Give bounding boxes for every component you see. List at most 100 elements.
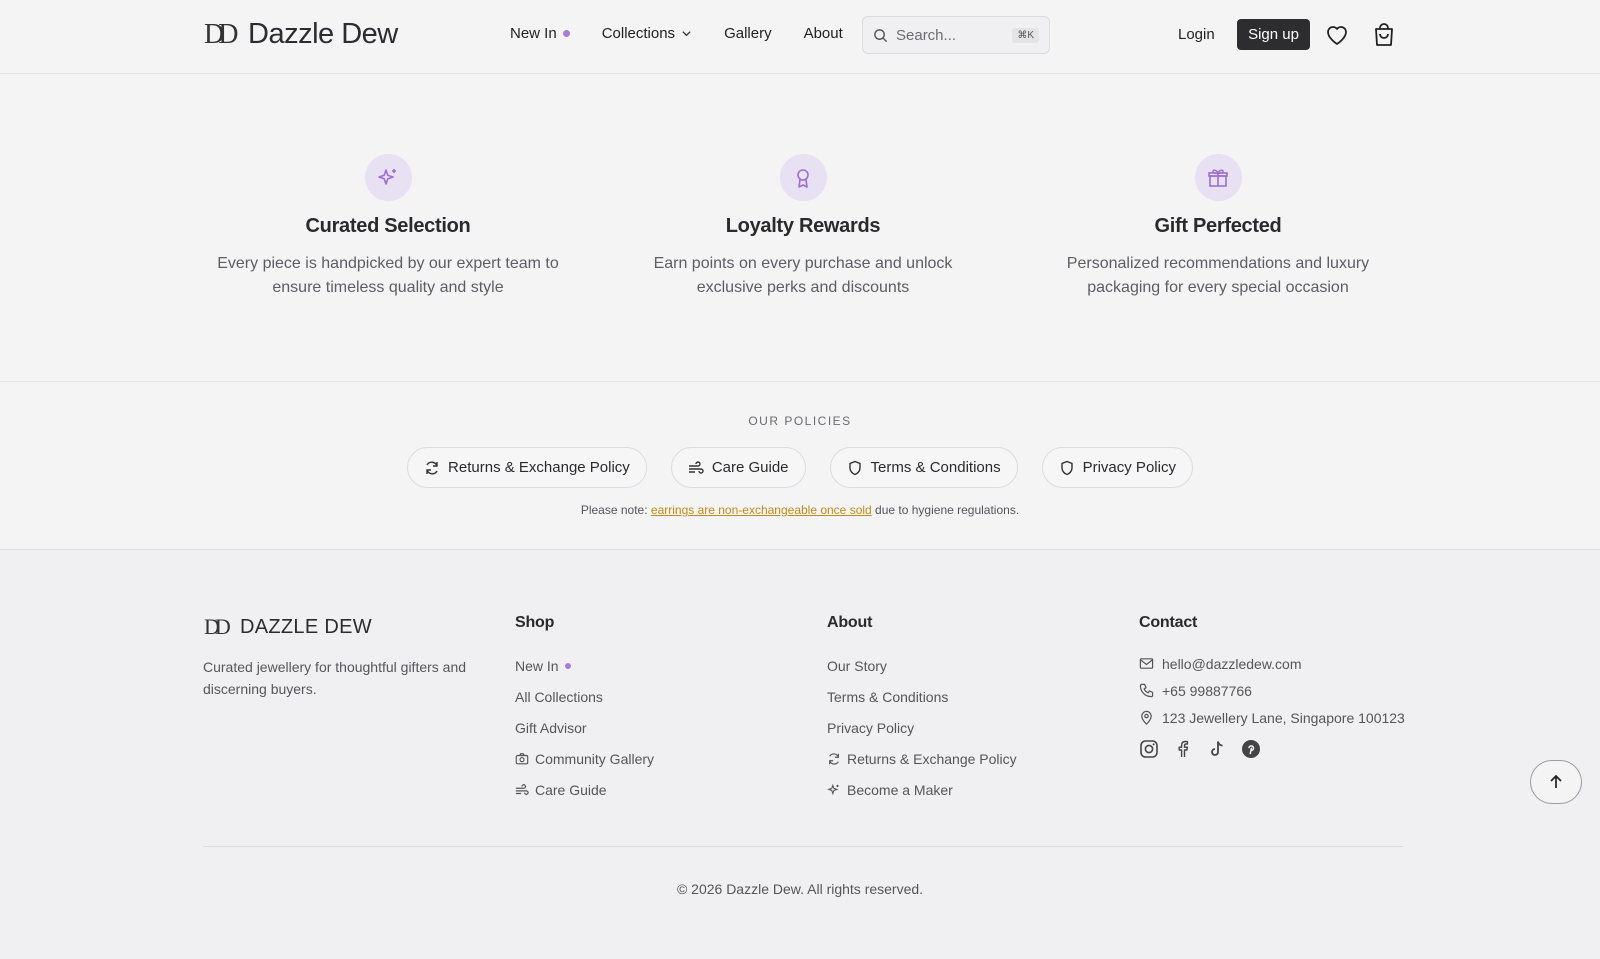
footer-link-all-collections[interactable]: All Collections (515, 681, 654, 712)
logo-mark: DD (204, 18, 238, 50)
policy-privacy-button[interactable]: Privacy Policy (1041, 447, 1193, 488)
phone-icon (1139, 683, 1154, 698)
policy-care-guide-button[interactable]: Care Guide (670, 447, 806, 488)
feature-loyalty-rewards: Loyalty Rewards Earn points on every pur… (613, 154, 993, 300)
feature-title: Curated Selection (305, 215, 471, 237)
login-link[interactable]: Login (1178, 26, 1215, 43)
policy-label: Returns & Exchange Policy (448, 459, 630, 476)
contact-phone[interactable]: +65 99887766 (1139, 677, 1405, 704)
nav-gallery[interactable]: Gallery (724, 25, 772, 42)
map-pin-icon (1141, 710, 1152, 725)
shopping-bag-icon (1375, 23, 1393, 46)
policies-heading: OUR POLICIES (748, 414, 852, 428)
instagram-icon[interactable] (1139, 739, 1159, 759)
scroll-to-top-button[interactable] (1530, 760, 1582, 804)
feature-desc-line: ensure timeless quality and style (272, 279, 504, 296)
footer-link-returns[interactable]: Returns & Exchange Policy (827, 743, 1017, 774)
shield-icon (1060, 460, 1073, 475)
nav-gallery-label: Gallery (724, 25, 772, 42)
feature-title: Gift Perfected (1154, 215, 1282, 237)
search-icon (874, 28, 888, 42)
feature-desc-line: packaging for every special occasion (1087, 279, 1349, 296)
footer-link-become-maker[interactable]: Become a Maker (827, 774, 1017, 805)
footer-link-label: Become a Maker (847, 781, 953, 798)
social-links (1139, 739, 1405, 759)
policy-terms-button[interactable]: Terms & Conditions (829, 447, 1018, 488)
footer-brand-name: DAZZLE DEW (240, 615, 372, 638)
footer-link-label: Care Guide (535, 781, 607, 798)
footer-contact-column: Contact hello@dazzledew.com +65 99887766… (1139, 614, 1405, 759)
refresh-icon (829, 752, 839, 765)
feature-desc-line: Earn points on every purchase and unlock (653, 255, 953, 272)
policy-label: Terms & Conditions (870, 459, 1001, 476)
site-header: DD Dazzle Dew New In Collections Gallery… (0, 0, 1600, 74)
pinterest-icon[interactable] (1241, 739, 1261, 759)
policy-label: Care Guide (711, 459, 789, 476)
feature-desc-line: Personalized recommendations and luxury (1066, 255, 1370, 272)
feature-curated-selection: Curated Selection Every piece is handpic… (198, 154, 578, 300)
refresh-icon (426, 461, 438, 474)
footer-logo[interactable]: DD DAZZLE DEW (204, 614, 372, 640)
nav-new-in-label: New In (510, 25, 557, 42)
footer-link-terms[interactable]: Terms & Conditions (827, 681, 1017, 712)
feature-icon-circle (364, 154, 412, 201)
new-indicator-dot (562, 30, 570, 37)
sparkles-icon (378, 168, 396, 185)
footer-link-label: Community Gallery (535, 750, 655, 767)
nav-about-label: About (803, 25, 843, 42)
footer-shop-column: Shop New In All Collections Gift Advisor… (515, 614, 654, 805)
main-nav: New In Collections Gallery About (510, 25, 875, 42)
footer-link-label: All Collections (515, 688, 603, 705)
search-input[interactable]: Search... ⌘K (862, 16, 1050, 54)
footer-link-label: Our Story (827, 657, 887, 674)
heart-icon (1327, 26, 1347, 45)
footer-link-care-guide[interactable]: Care Guide (515, 774, 654, 805)
feature-gift-perfected: Gift Perfected Personalized recommendati… (1028, 154, 1408, 300)
tiktok-icon[interactable] (1207, 739, 1227, 759)
contact-address-text: 123 Jewellery Lane, Singapore 100123 (1162, 709, 1405, 726)
footer-column-title: About (827, 614, 873, 631)
brand-logo[interactable]: DD Dazzle Dew (204, 18, 398, 51)
camera-icon (515, 752, 529, 764)
footer-link-community-gallery[interactable]: Community Gallery (515, 743, 654, 774)
footer-column-title: Shop (515, 614, 555, 631)
contact-email[interactable]: hello@dazzledew.com (1139, 650, 1405, 677)
contact-address: 123 Jewellery Lane, Singapore 100123 (1139, 704, 1405, 731)
contact-email-text: hello@dazzledew.com (1162, 655, 1302, 672)
footer-link-new-in[interactable]: New In (515, 650, 654, 681)
policy-label: Privacy Policy (1082, 459, 1176, 476)
feature-icon-circle (1194, 154, 1242, 201)
search-placeholder: Search... (896, 26, 957, 44)
wishlist-button[interactable] (1324, 22, 1350, 48)
footer-link-label: Returns & Exchange Policy (847, 750, 1017, 767)
footer-link-our-story[interactable]: Our Story (827, 650, 1017, 681)
feature-desc-line: Every piece is handpicked by our expert … (217, 255, 559, 272)
policy-returns-button[interactable]: Returns & Exchange Policy (407, 447, 647, 488)
nav-new-in[interactable]: New In (510, 25, 570, 42)
note-highlight-link[interactable]: earrings are non-exchangeable once sold (651, 503, 872, 517)
nav-about[interactable]: About (804, 25, 843, 42)
footer-link-gift-advisor[interactable]: Gift Advisor (515, 712, 654, 743)
footer-divider (203, 846, 1403, 847)
signup-button[interactable]: Sign up (1237, 19, 1310, 50)
footer-about-column: About Our Story Terms & Conditions Priva… (827, 614, 1017, 805)
feature-title: Loyalty Rewards (725, 215, 881, 237)
nav-collections[interactable]: Collections (602, 25, 692, 42)
copyright-text: © 2026 Dazzle Dew. All rights reserved. (676, 881, 924, 897)
features-section: Curated Selection Every piece is handpic… (0, 74, 1600, 382)
feature-description: Every piece is handpicked by our expert … (198, 252, 578, 300)
cart-button[interactable] (1371, 22, 1397, 48)
chevron-down-icon (682, 31, 691, 37)
gift-icon (1208, 169, 1228, 187)
facebook-icon[interactable] (1173, 739, 1193, 759)
new-indicator-dot (564, 662, 571, 669)
wind-icon (515, 783, 529, 795)
footer-link-privacy[interactable]: Privacy Policy (827, 712, 1017, 743)
award-icon (797, 168, 809, 188)
nav-collections-label: Collections (601, 25, 676, 42)
note-suffix: due to hygiene regulations. (871, 503, 1020, 517)
shield-icon (848, 460, 861, 475)
policies-section: OUR POLICIES Returns & Exchange Policy C… (0, 381, 1600, 550)
footer-tagline: Curated jewellery for thoughtful gifters… (203, 659, 467, 697)
feature-description: Personalized recommendations and luxury … (1028, 252, 1408, 300)
